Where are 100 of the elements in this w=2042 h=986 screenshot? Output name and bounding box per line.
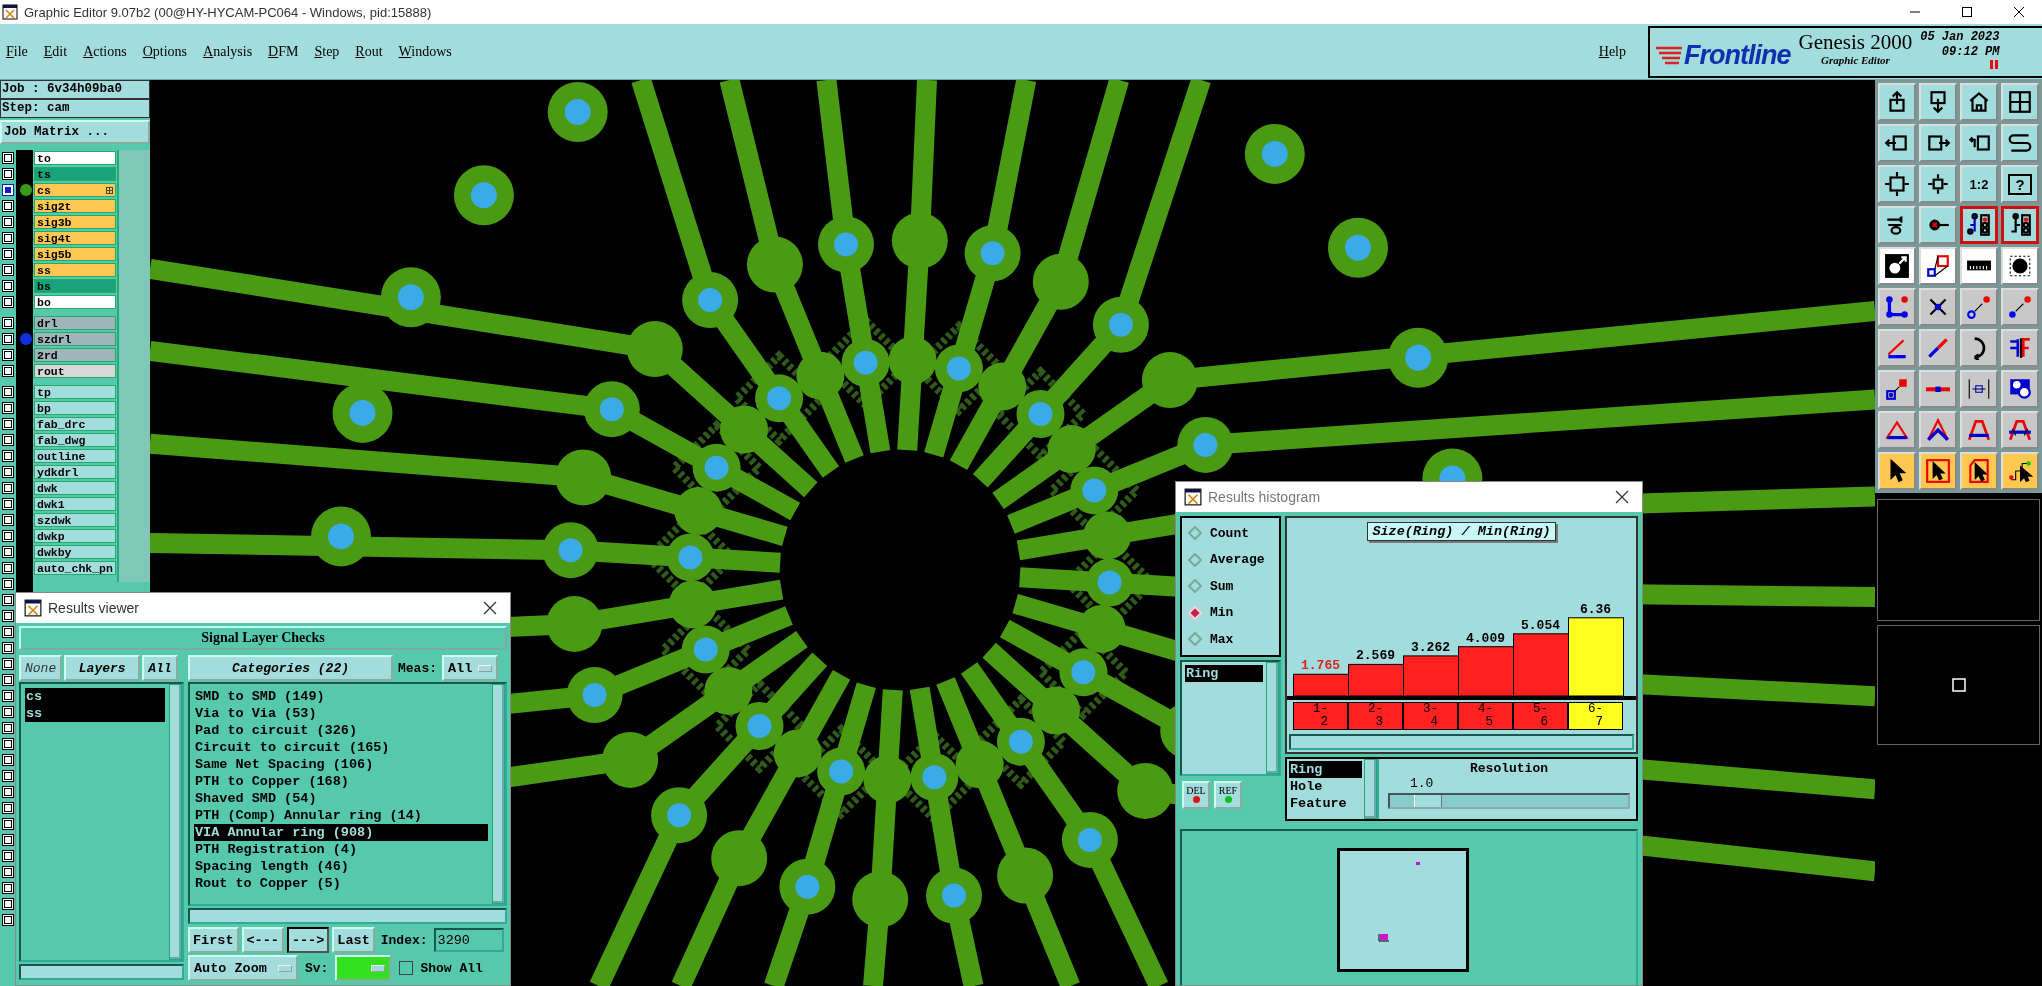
- layer-name[interactable]: ydkdrl: [34, 465, 116, 479]
- help-menu[interactable]: Help: [1590, 43, 1634, 60]
- nav-button[interactable]: --->: [286, 927, 330, 953]
- nav-button[interactable]: Last: [332, 927, 375, 953]
- all-button[interactable]: All: [142, 655, 178, 681]
- radio-label: Max: [1210, 631, 1234, 647]
- list-item[interactable]: Pad to circuit (326): [194, 722, 488, 739]
- list-item[interactable]: PTH Registration (4): [194, 841, 488, 858]
- logo-text: Frontline: [1684, 39, 1791, 71]
- layer-name[interactable]: dwkby: [34, 545, 116, 559]
- menu-item[interactable]: Options: [134, 43, 196, 60]
- chart-title: Size(Ring) / Min(Ring): [1367, 522, 1556, 541]
- layer-name[interactable]: tp: [34, 385, 116, 399]
- list-item[interactable]: SMD to SMD (149): [194, 688, 488, 705]
- list-item[interactable]: Via to Via (53): [194, 705, 488, 722]
- layer-name[interactable]: sig5b: [34, 247, 116, 261]
- radio-label: Sum: [1210, 578, 1234, 594]
- radio-label: Count: [1210, 525, 1249, 541]
- index-field[interactable]: 3290: [433, 928, 504, 952]
- sv-label: Sv:: [304, 960, 330, 976]
- meas-dropdown[interactable]: All: [442, 655, 499, 681]
- layer-name[interactable]: ss: [34, 263, 116, 277]
- delete-button[interactable]: DEL: [1182, 780, 1210, 809]
- zoom-mode-dropdown[interactable]: Auto Zoom: [188, 955, 298, 981]
- layer-name[interactable]: dwkp: [34, 529, 116, 543]
- layer-name[interactable]: sig3b: [34, 215, 116, 229]
- layer-name[interactable]: ts: [34, 167, 116, 181]
- menu-item[interactable]: Edit: [35, 43, 76, 60]
- bar-value-label: 3.262: [1411, 639, 1450, 655]
- bar-value-label: 4.009: [1466, 630, 1505, 646]
- bar-value-label: 1.765: [1301, 658, 1340, 674]
- layer-name[interactable]: to: [34, 151, 116, 165]
- bin-label: 2-3: [1348, 702, 1403, 730]
- layer-name[interactable]: sig4t: [34, 231, 116, 245]
- layer-name[interactable]: drl: [34, 316, 116, 330]
- bar-value-label: 2.569: [1356, 648, 1395, 664]
- layer-name[interactable]: rout: [34, 364, 116, 378]
- list-item[interactable]: Rout to Copper (5): [194, 875, 488, 892]
- menu-item[interactable]: Actions: [75, 43, 135, 60]
- layer-name[interactable]: fab_drc: [34, 417, 116, 431]
- list-item[interactable]: Same Net Spacing (106): [194, 756, 488, 773]
- list-item[interactable]: Ring: [1185, 664, 1263, 682]
- list-item[interactable]: Feature: [1289, 795, 1362, 812]
- menu-item[interactable]: Rout: [347, 43, 391, 60]
- layer-name[interactable]: auto_chk_pn: [34, 561, 116, 575]
- list-item[interactable]: PTH (Comp) Annular ring (14): [194, 807, 488, 824]
- layer-name[interactable]: sig2t: [34, 199, 116, 213]
- bin-label: 1-2: [1293, 702, 1348, 730]
- toolbar-button[interactable]: 1:2: [1960, 165, 1998, 203]
- radio-label: Average: [1210, 552, 1265, 568]
- layer-name[interactable]: bs: [34, 279, 116, 293]
- list-item[interactable]: Hole: [1289, 778, 1362, 795]
- job-name: Job : 6v34h09ba0: [0, 80, 150, 99]
- step-name: Step: cam: [0, 99, 150, 118]
- bar-value-label: 6.36: [1579, 601, 1612, 617]
- resolution-value: 1.0: [1409, 776, 1435, 791]
- nav-button[interactable]: <---: [241, 927, 284, 953]
- menu-item[interactable]: Step: [306, 43, 348, 60]
- layer-name[interactable]: outline: [34, 449, 116, 463]
- x-tick-label: 3-4: [1422, 702, 1438, 729]
- window-title: Results histogram: [1208, 489, 1321, 505]
- bin-label: 6-7: [1568, 702, 1623, 730]
- job-matrix-button[interactable]: Job Matrix ...: [0, 120, 150, 144]
- layer-name[interactable]: bp: [34, 401, 116, 415]
- layer-name[interactable]: cs: [34, 183, 116, 197]
- list-item[interactable]: Ring: [1289, 761, 1362, 778]
- list-item[interactable]: VIA Annular ring (908): [194, 824, 488, 841]
- x-tick-label: 4-5: [1477, 702, 1493, 729]
- bin-label: 5-6: [1513, 702, 1568, 730]
- layers-button[interactable]: Layers: [64, 655, 141, 681]
- menu-item[interactable]: Windows: [390, 43, 460, 60]
- none-button[interactable]: None: [19, 655, 63, 681]
- x-tick-label: 2-3: [1367, 702, 1383, 729]
- refresh-button[interactable]: REF: [1214, 780, 1242, 809]
- list-item[interactable]: ss: [25, 705, 165, 722]
- list-item[interactable]: Circuit to circuit (165): [194, 739, 488, 756]
- menu-item[interactable]: Analysis: [195, 43, 261, 60]
- window-title: Results viewer: [48, 600, 140, 616]
- layer-name[interactable]: szdwk: [34, 513, 116, 527]
- layer-name[interactable]: 2rd: [34, 348, 116, 362]
- date-text: 05 Jan 2023: [1920, 29, 2000, 45]
- layer-name[interactable]: bo: [34, 295, 116, 309]
- layer-name[interactable]: dwk: [34, 481, 116, 495]
- bar-value-label: 5.054: [1521, 617, 1560, 633]
- layer-name[interactable]: dwk1: [34, 497, 116, 511]
- window-title: Graphic Editor 9.07b2 (00@HY-HYCAM-PC064 - Windows, pid:15888): [24, 4, 432, 20]
- list-item[interactable]: Shaved SMD (54): [194, 790, 488, 807]
- layer-name[interactable]: szdrl: [34, 332, 116, 346]
- toolbar-button[interactable]: ?: [2001, 165, 2039, 203]
- list-item[interactable]: Spacing length (46): [194, 858, 488, 875]
- menu-item[interactable]: File: [0, 43, 36, 60]
- menu-item[interactable]: DFM: [260, 43, 307, 60]
- list-item[interactable]: PTH to Copper (168): [194, 773, 488, 790]
- categories-button[interactable]: Categories (22): [188, 655, 393, 681]
- bin-label: 4-5: [1458, 702, 1513, 730]
- list-item[interactable]: cs: [25, 688, 165, 705]
- panel-heading: Signal Layer Checks: [19, 626, 507, 650]
- nav-button[interactable]: First: [188, 927, 239, 953]
- show-all-label: Show All: [419, 960, 484, 976]
- layer-name[interactable]: fab_dwg: [34, 433, 116, 447]
